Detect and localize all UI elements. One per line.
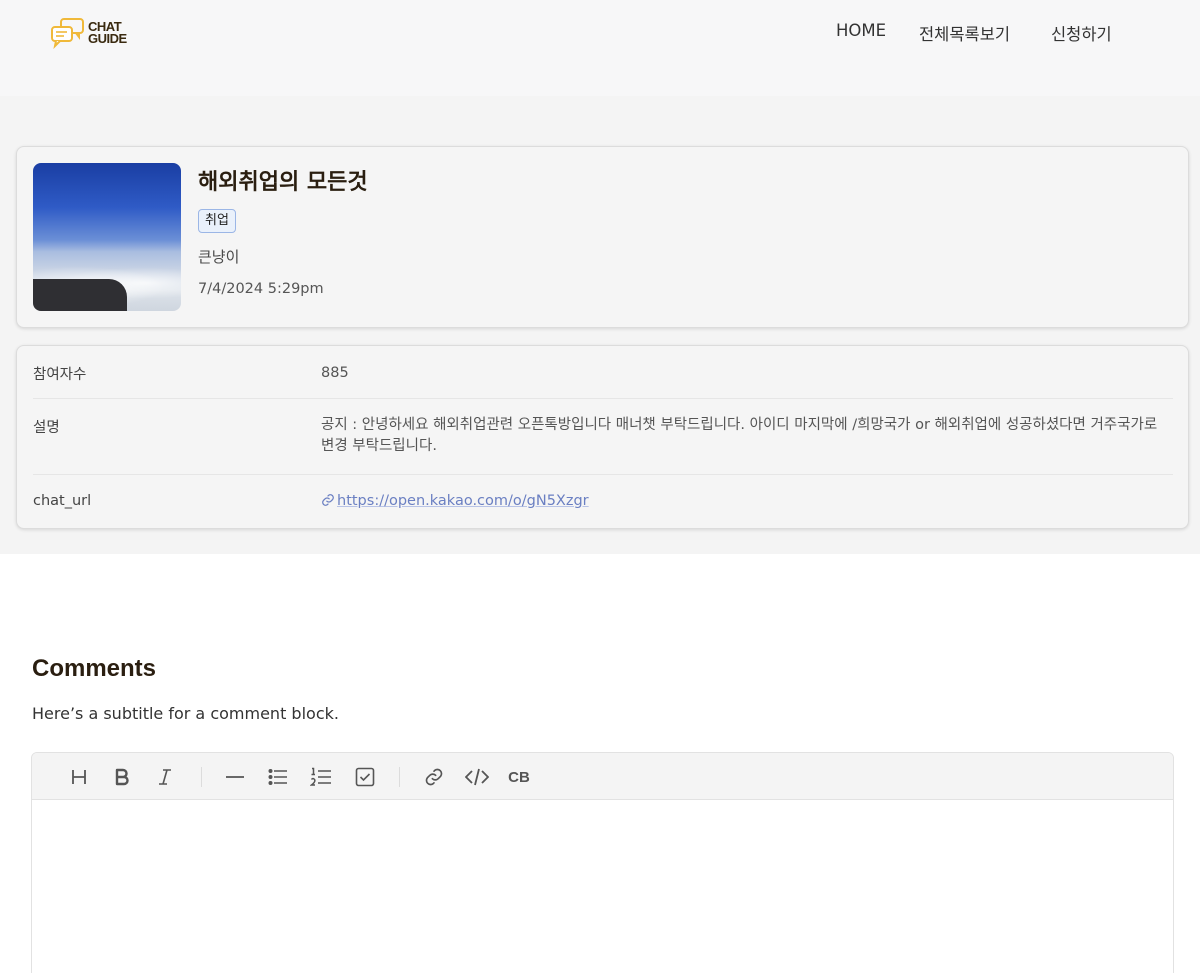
description-value: 공지 : 안녕하세요 해외취업관련 오픈톡방입니다 매너챗 부탁드립니다. 아이… xyxy=(321,417,1158,454)
row-divider xyxy=(33,474,1173,475)
chat-url-row: https://open.kakao.com/o/gN5Xzgr xyxy=(321,491,1171,512)
chat-url-link[interactable]: https://open.kakao.com/o/gN5Xzgr xyxy=(337,493,589,509)
numbered-list-icon[interactable] xyxy=(308,764,334,790)
room-summary-card: 해외취업의 모든것 취업 큰냥이 7/4/2024 5:29pm xyxy=(16,146,1189,328)
participants-value: 885 xyxy=(321,365,349,381)
room-date: 7/4/2024 5:29pm xyxy=(198,281,324,297)
nav-view-all[interactable]: 전체목록보기 xyxy=(919,21,1010,45)
chat-url-label: chat_url xyxy=(33,493,92,509)
comments-subtitle: Here’s a subtitle for a comment block. xyxy=(32,704,339,723)
category-tag: 취업 xyxy=(198,209,236,233)
link-icon xyxy=(322,494,334,506)
logo-text: CHAT GUIDE xyxy=(88,20,127,46)
room-title: 해외취업의 모든것 xyxy=(198,170,368,195)
room-author: 큰냥이 xyxy=(198,248,240,266)
toolbar-separator xyxy=(399,767,400,787)
code-block-icon[interactable]: CB xyxy=(506,764,532,790)
code-icon[interactable] xyxy=(464,764,490,790)
comment-editor: CB xyxy=(31,752,1174,973)
room-details-card: 참여자수 885 설명 공지 : 안녕하세요 해외취업관련 오픈톡방입니다 매너… xyxy=(16,345,1189,529)
bold-icon[interactable] xyxy=(109,764,135,790)
editor-toolbar: CB xyxy=(32,753,1173,800)
link-icon[interactable] xyxy=(421,764,447,790)
nav-apply[interactable]: 신청하기 xyxy=(1051,21,1112,45)
toolbar-separator xyxy=(201,767,202,787)
chat-bubbles-icon xyxy=(51,18,84,49)
participants-label: 참여자수 xyxy=(33,367,87,383)
italic-icon[interactable] xyxy=(152,764,178,790)
description-label: 설명 xyxy=(33,420,60,436)
horizontal-rule-icon[interactable] xyxy=(222,764,248,790)
logo[interactable]: CHAT GUIDE xyxy=(50,16,130,50)
checkbox-icon[interactable] xyxy=(352,764,378,790)
top-navigation-bar: CHAT GUIDE HOME 전체목록보기 신청하기 xyxy=(0,0,1200,96)
room-thumbnail xyxy=(33,163,181,311)
logo-line-2: GUIDE xyxy=(88,31,127,46)
comments-heading: Comments xyxy=(32,655,157,682)
heading-icon[interactable] xyxy=(66,764,92,790)
bullet-list-icon[interactable] xyxy=(265,764,291,790)
thumbnail-wing xyxy=(33,279,127,311)
row-divider xyxy=(33,398,1173,399)
comment-textarea[interactable] xyxy=(32,801,1173,973)
nav-home[interactable]: HOME xyxy=(836,21,886,40)
